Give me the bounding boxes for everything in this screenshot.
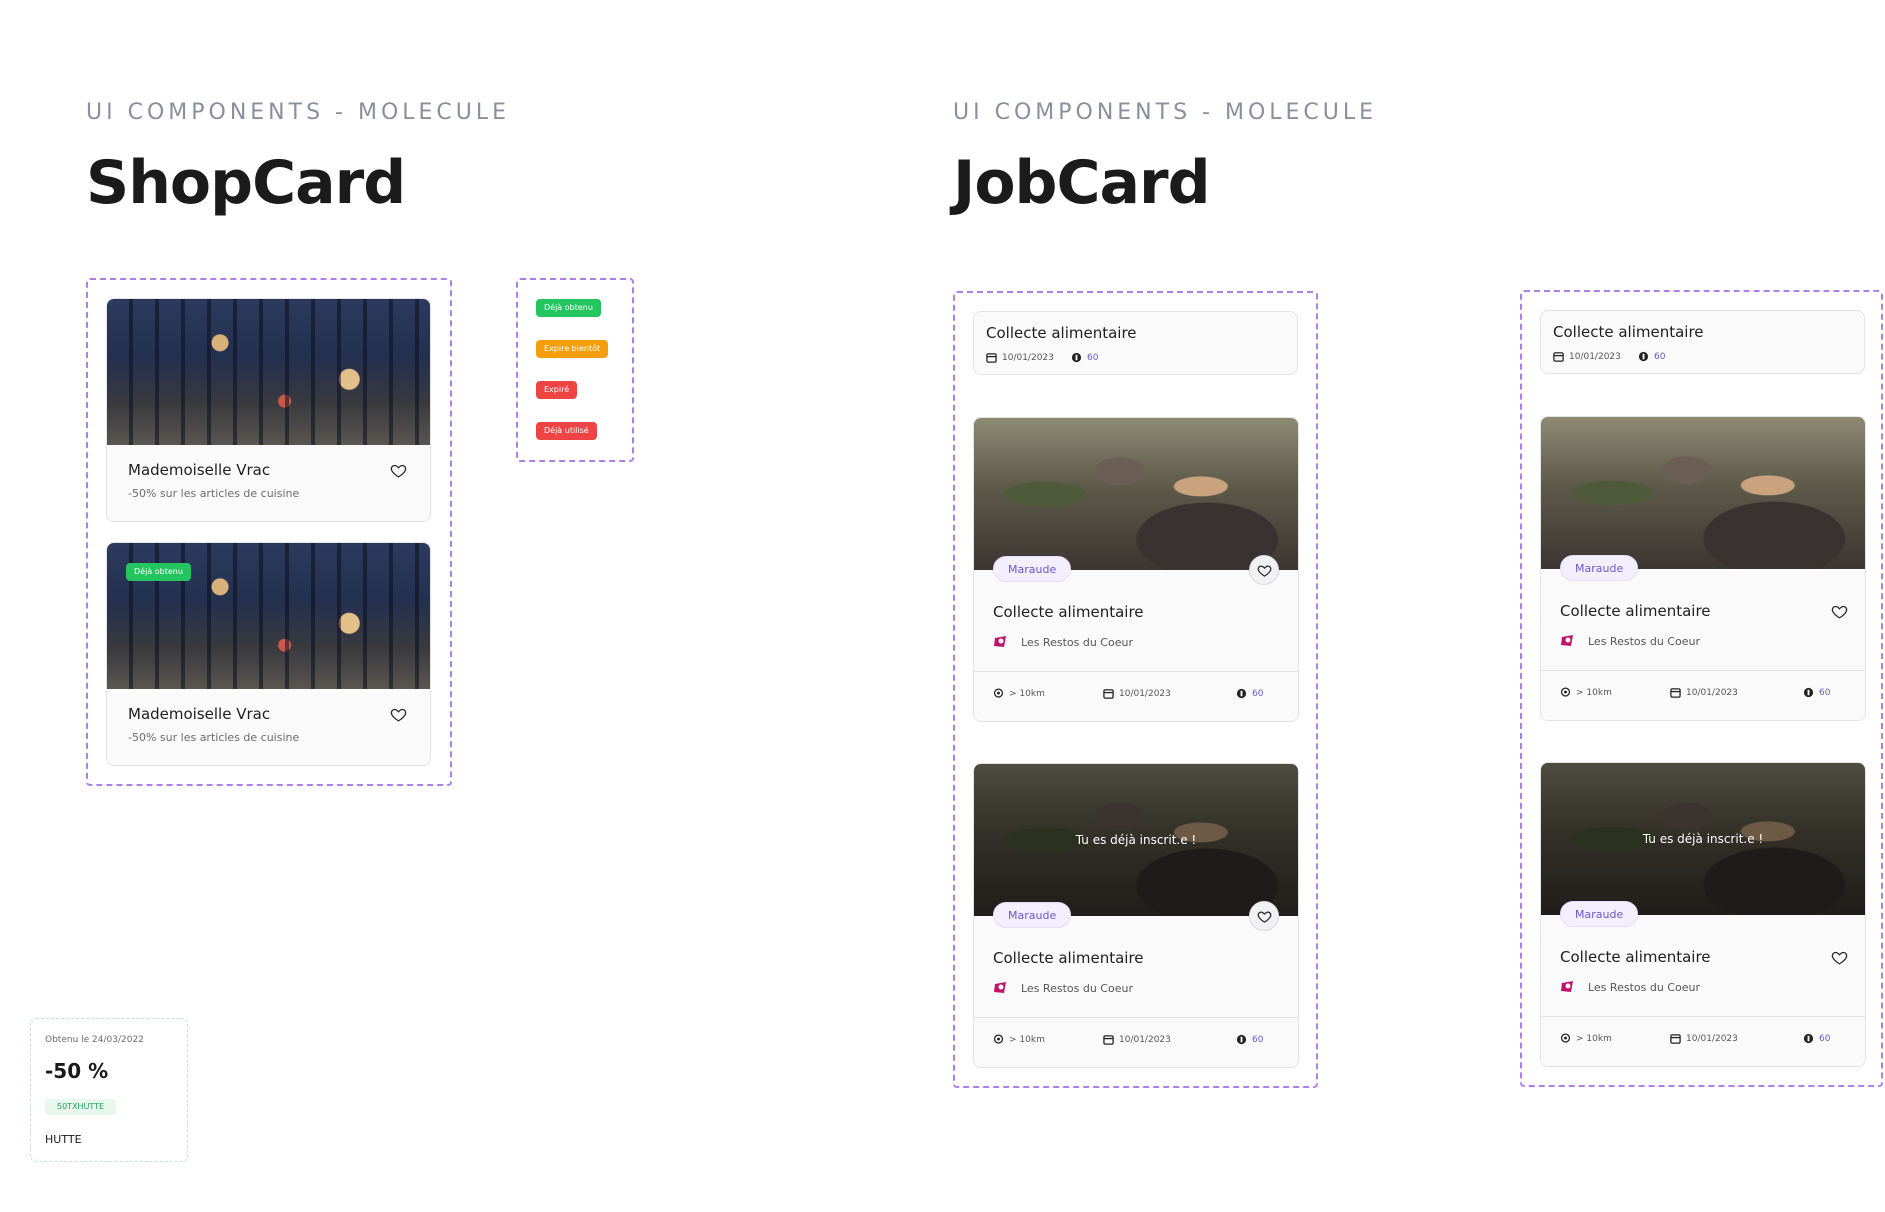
coupon-date: Obtenu le 24/03/2022 — [45, 1035, 144, 1045]
calendar-icon — [986, 353, 997, 363]
card-divider — [1541, 670, 1865, 671]
shop-name: Mademoiselle Vrac — [128, 705, 271, 723]
job-card-compact[interactable]: Collecte alimentaire 10/01/2023 60 — [973, 311, 1298, 375]
job-points: 60 — [1071, 352, 1098, 363]
restos-du-coeur-logo-icon — [1561, 635, 1573, 646]
job-photo — [974, 418, 1298, 570]
shop-name: Mademoiselle Vrac — [128, 461, 271, 479]
job-organization: Les Restos du Coeur — [1560, 634, 1700, 648]
calendar-icon — [1553, 352, 1564, 362]
heart-icon — [1257, 564, 1271, 577]
calendar-icon — [1103, 1035, 1114, 1045]
location-pin-icon — [993, 688, 1004, 698]
job-card-compact[interactable]: Collecte alimentaire 10/01/2023 60 — [1540, 310, 1865, 374]
heart-icon — [1257, 910, 1271, 923]
job-points: 60 — [1638, 351, 1665, 362]
coin-icon — [1071, 352, 1082, 363]
heart-icon[interactable] — [1831, 603, 1848, 624]
job-date: 10/01/2023 — [1103, 688, 1171, 699]
coupon-card[interactable]: Obtenu le 24/03/2022 -50 % 50TXHUTTE HUT… — [30, 1018, 188, 1162]
job-title: Collecte alimentaire — [1553, 323, 1704, 341]
coupon-shop: HUTTE — [45, 1133, 82, 1146]
job-date: 10/01/2023 — [1670, 687, 1738, 698]
job-title: Collecte alimentaire — [1560, 602, 1711, 620]
job-title: Collecte alimentaire — [993, 949, 1144, 967]
job-distance: > 10km — [1560, 1033, 1612, 1044]
coupon-discount: -50 % — [45, 1059, 109, 1083]
coin-icon — [1803, 1033, 1814, 1044]
shop-offer: -50% sur les articles de cuisine — [128, 731, 300, 744]
restos-du-coeur-logo-icon — [994, 636, 1006, 647]
restos-du-coeur-logo-icon — [994, 982, 1006, 993]
shop-card-obtained[interactable]: Déjà obtenu Mademoiselle Vrac -50% sur l… — [106, 542, 431, 766]
job-distance: > 10km — [993, 688, 1045, 699]
shop-offer: -50% sur les articles de cuisine — [128, 487, 300, 500]
job-tag-chip: Maraude — [1560, 901, 1639, 927]
coin-icon — [1803, 687, 1814, 698]
heart-icon[interactable] — [390, 462, 407, 483]
job-tag-chip: Maraude — [993, 902, 1072, 928]
calendar-icon — [1670, 688, 1681, 698]
job-photo — [1541, 417, 1865, 569]
job-organization: Les Restos du Coeur — [993, 981, 1133, 995]
job-points: 60 — [1236, 1034, 1263, 1045]
job-section-title: JobCard — [953, 148, 1211, 218]
shop-section-eyebrow: UI COMPONENTS - MOLECULE — [86, 100, 511, 125]
card-divider — [1541, 1016, 1865, 1017]
job-tag-chip: Maraude — [993, 556, 1072, 582]
status-badge-expired: Expiré — [536, 381, 578, 399]
coin-icon — [1236, 688, 1247, 699]
coin-icon — [1638, 351, 1649, 362]
job-distance: > 10km — [1560, 687, 1612, 698]
job-points: 60 — [1803, 687, 1830, 698]
shop-card[interactable]: Mademoiselle Vrac -50% sur les articles … — [106, 298, 431, 522]
job-card-registered[interactable]: Tu es déjà inscrit.e ! Maraude Collecte … — [973, 763, 1299, 1068]
heart-icon[interactable] — [1831, 949, 1848, 970]
job-title: Collecte alimentaire — [993, 603, 1144, 621]
status-badge-obtained: Déjà obtenu — [536, 299, 601, 317]
registered-message: Tu es déjà inscrit.e ! — [1075, 833, 1197, 847]
card-divider — [974, 671, 1298, 672]
favorite-button[interactable] — [1249, 555, 1279, 585]
job-organization: Les Restos du Coeur — [1560, 980, 1700, 994]
coin-icon — [1236, 1034, 1247, 1045]
job-points: 60 — [1803, 1033, 1830, 1044]
job-section-eyebrow: UI COMPONENTS - MOLECULE — [953, 100, 1378, 125]
location-pin-icon — [1560, 1033, 1571, 1043]
shop-section-title: ShopCard — [86, 148, 406, 218]
job-tag-chip: Maraude — [1560, 555, 1639, 581]
coupon-code[interactable]: 50TXHUTTE — [45, 1099, 117, 1115]
job-date: 10/01/2023 — [1670, 1033, 1738, 1044]
job-title: Collecte alimentaire — [986, 324, 1137, 342]
location-pin-icon — [1560, 687, 1571, 697]
heart-icon[interactable] — [390, 706, 407, 727]
status-badge-expiring: Expire bientôt — [536, 340, 609, 358]
restos-du-coeur-logo-icon — [1561, 981, 1573, 992]
job-card[interactable]: Maraude Collecte alimentaire Les Restos … — [973, 417, 1299, 722]
location-pin-icon — [993, 1034, 1004, 1044]
status-badge-used: Déjà utilisé — [536, 422, 597, 440]
job-card-registered[interactable]: Tu es déjà inscrit.e ! Maraude Collecte … — [1540, 762, 1866, 1067]
job-title: Collecte alimentaire — [1560, 948, 1711, 966]
job-organization: Les Restos du Coeur — [993, 635, 1133, 649]
job-date: 10/01/2023 — [1553, 351, 1621, 362]
status-badge: Déjà obtenu — [126, 563, 191, 581]
calendar-icon — [1103, 689, 1114, 699]
shop-photo — [107, 299, 430, 445]
job-points: 60 — [1236, 688, 1263, 699]
job-date: 10/01/2023 — [986, 352, 1054, 363]
card-divider — [974, 1017, 1298, 1018]
calendar-icon — [1670, 1034, 1681, 1044]
job-date: 10/01/2023 — [1103, 1034, 1171, 1045]
registered-message: Tu es déjà inscrit.e ! — [1642, 832, 1764, 846]
job-card[interactable]: Maraude Collecte alimentaire Les Restos … — [1540, 416, 1866, 721]
job-distance: > 10km — [993, 1034, 1045, 1045]
favorite-button[interactable] — [1249, 901, 1279, 931]
